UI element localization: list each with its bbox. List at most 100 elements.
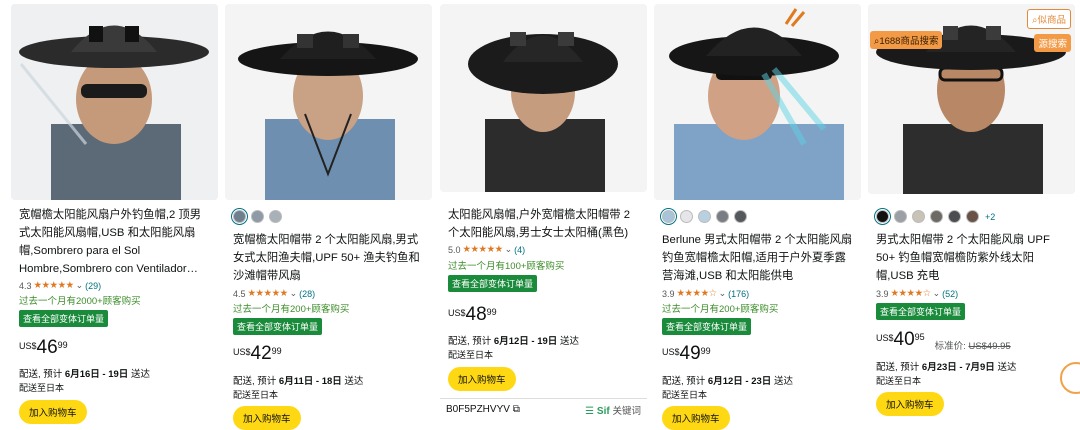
rating-row[interactable]: 3.9 ★★★★☆ ⌄ (52) — [876, 288, 958, 299]
color-swatch[interactable] — [233, 210, 246, 223]
variant-orders-badge[interactable]: 查看全部变体订单量 — [662, 318, 752, 335]
search-1688-button[interactable]: ⌕1688商品搜索 — [870, 31, 943, 49]
color-swatches[interactable] — [662, 210, 747, 223]
product-card-4[interactable]: Berlune 男式太阳帽带 2 个太阳能风扇钓鱼宽帽檐太阳帽,适用于户外夏季露… — [654, 4, 861, 430]
rating-row[interactable]: 4.3 ★★★★★ ⌄ (29) — [19, 280, 101, 291]
rating-row[interactable]: 4.5 ★★★★★ ⌄ (28) — [233, 288, 315, 299]
product-title[interactable]: 宽帽檐太阳能风扇户外钓鱼帽,2 顶男式太阳能风扇帽,USB 和太阳能风扇帽,So… — [19, 206, 212, 278]
product-title[interactable]: 宽帽檐太阳帽带 2 个太阳能风扇,男式女式太阳渔夫帽,UPF 50+ 渔夫钓鱼和… — [233, 231, 426, 285]
delivery-suffix: 送达 — [997, 362, 1017, 373]
delivery-dates: 6月11日 - 18日 — [278, 376, 342, 387]
copy-icon[interactable]: ⧉ — [513, 404, 520, 415]
color-swatch[interactable] — [734, 210, 747, 223]
color-swatch[interactable] — [948, 210, 961, 223]
source-search-button[interactable]: 源搜索 — [1034, 34, 1071, 52]
color-swatch[interactable] — [251, 210, 264, 223]
color-swatch[interactable] — [698, 210, 711, 223]
asin-text: B0F5PZHVYV — [446, 404, 510, 415]
review-count[interactable]: (4) — [514, 245, 525, 255]
delivery-suffix: 送达 — [344, 376, 364, 387]
color-swatch[interactable] — [716, 210, 729, 223]
delivery-suffix: 送达 — [130, 369, 150, 380]
color-swatch[interactable] — [269, 210, 282, 223]
color-swatch[interactable] — [966, 210, 979, 223]
delivery-dates: 6月23日 - 7月9日 — [921, 362, 995, 373]
rating-row[interactable]: 3.9 ★★★★☆ ⌄ (176) — [662, 288, 749, 299]
more-swatches[interactable]: +2 — [985, 212, 995, 222]
product-image[interactable] — [440, 4, 647, 192]
color-swatch[interactable] — [930, 210, 943, 223]
price-fraction: 99 — [271, 346, 282, 356]
price: US$ 40 95 标准价: US$49.95 — [876, 330, 1011, 353]
delivery-estimate: 配送, 预计 6月12日 - 23日 送达 — [662, 373, 793, 387]
color-swatch[interactable] — [680, 210, 693, 223]
product-title[interactable]: 男式太阳帽带 2 个太阳能风扇 UPF 50+ 钓鱼帽宽帽檐防紫外线太阳帽,US… — [876, 231, 1069, 285]
product-title[interactable]: 太阳能风扇帽,户外宽帽檐太阳帽带 2 个太阳能风扇,男士女士太阳桶(黑色) — [448, 206, 641, 242]
ship-to: 配送至日本 — [448, 350, 494, 360]
star-rating-icon: ★★★★★ — [247, 288, 289, 299]
price-currency: US$ — [876, 333, 894, 343]
asin-toolbar: B0F5PZHVYV ⧉ ☰ Sif 关键词 — [440, 398, 647, 420]
sif-keywords[interactable]: ☰ Sif 关键词 — [585, 403, 641, 417]
price-fraction: 99 — [700, 346, 711, 356]
color-swatch[interactable] — [662, 210, 675, 223]
ship-to: 配送至日本 — [233, 390, 279, 400]
product-image[interactable] — [654, 4, 861, 200]
hat-fan-photo-icon — [225, 4, 432, 200]
chevron-down-icon[interactable]: ⌄ — [76, 280, 84, 291]
variant-orders-badge[interactable]: 查看全部变体订单量 — [19, 310, 109, 327]
product-image[interactable] — [225, 4, 432, 200]
add-to-cart-button[interactable]: 加入购物车 — [233, 406, 301, 430]
star-rating-icon: ★★★★☆ — [890, 288, 932, 299]
star-rating-icon: ★★★★★ — [462, 244, 504, 255]
price-whole: 42 — [250, 343, 272, 364]
product-image[interactable] — [11, 4, 218, 200]
asin-code[interactable]: B0F5PZHVYV ⧉ — [446, 404, 520, 415]
color-swatch[interactable] — [876, 210, 889, 223]
search-1688-label: 1688商品搜索 — [879, 36, 939, 47]
price-fraction: 95 — [914, 332, 925, 342]
variant-orders-badge[interactable]: 查看全部变体订单量 — [233, 318, 323, 335]
hat-fan-photo-icon — [11, 4, 218, 200]
chevron-down-icon[interactable]: ⌄ — [505, 244, 513, 255]
chevron-down-icon[interactable]: ⌄ — [290, 288, 298, 299]
bought-count: 过去一个月有2000+顾客购买 — [19, 296, 141, 307]
add-to-cart-button[interactable]: 加入购物车 — [876, 392, 944, 416]
review-count[interactable]: (176) — [728, 289, 749, 299]
color-swatch[interactable] — [894, 210, 907, 223]
rating-value: 4.3 — [19, 280, 32, 291]
color-swatches[interactable] — [233, 210, 282, 223]
bought-count: 过去一个月有200+顾客购买 — [233, 304, 350, 315]
review-count[interactable]: (29) — [85, 281, 101, 291]
delivery-dates: 6月16日 - 19日 — [64, 369, 129, 380]
product-card-2[interactable]: 宽帽檐太阳帽带 2 个太阳能风扇,男式女式太阳渔夫帽,UPF 50+ 渔夫钓鱼和… — [225, 4, 432, 430]
variant-orders-badge[interactable]: 查看全部变体订单量 — [876, 303, 966, 320]
color-swatches[interactable]: +2 — [876, 210, 995, 223]
delivery-prefix: 配送, 预计 — [876, 362, 920, 373]
product-title[interactable]: Berlune 男式太阳帽带 2 个太阳能风扇钓鱼宽帽檐太阳帽,适用于户外夏季露… — [662, 231, 855, 285]
star-rating-icon: ★★★★★ — [33, 280, 75, 291]
similar-products-button[interactable]: ⌕似商品 — [1027, 9, 1071, 29]
delivery-dates: 6月12日 - 19日 — [493, 336, 558, 347]
product-card-3[interactable]: 太阳能风扇帽,户外宽帽檐太阳帽带 2 个太阳能风扇,男士女士太阳桶(黑色) 5.… — [440, 4, 647, 424]
delivery-suffix: 送达 — [773, 376, 793, 387]
rating-row[interactable]: 5.0 ★★★★★ ⌄ (4) — [448, 244, 525, 255]
product-card-1[interactable]: 宽帽檐太阳能风扇户外钓鱼帽,2 顶男式太阳能风扇帽,USB 和太阳能风扇帽,So… — [11, 4, 218, 424]
variant-orders-badge[interactable]: 查看全部变体订单量 — [448, 275, 538, 292]
bought-count: 过去一个月有200+顾客购买 — [662, 304, 779, 315]
ship-to: 配送至日本 — [662, 390, 708, 400]
source-search-label: 源搜索 — [1038, 39, 1067, 50]
review-count[interactable]: (52) — [942, 289, 958, 299]
review-count[interactable]: (28) — [299, 289, 315, 299]
chevron-down-icon[interactable]: ⌄ — [719, 288, 727, 299]
add-to-cart-button[interactable]: 加入购物车 — [19, 400, 87, 424]
delivery-prefix: 配送, 预计 — [662, 376, 706, 387]
price-currency: US$ — [233, 347, 251, 357]
chevron-down-icon[interactable]: ⌄ — [933, 288, 941, 299]
add-to-cart-button[interactable]: 加入购物车 — [662, 406, 730, 430]
hat-fan-photo-icon — [654, 4, 861, 200]
price-whole: 48 — [465, 304, 487, 325]
product-card-5[interactable]: ⌕似商品 ⌕1688商品搜索 源搜索 +2 男式太阳帽带 2 个太阳能风扇 UP… — [868, 4, 1075, 424]
color-swatch[interactable] — [912, 210, 925, 223]
add-to-cart-button[interactable]: 加入购物车 — [448, 367, 516, 391]
